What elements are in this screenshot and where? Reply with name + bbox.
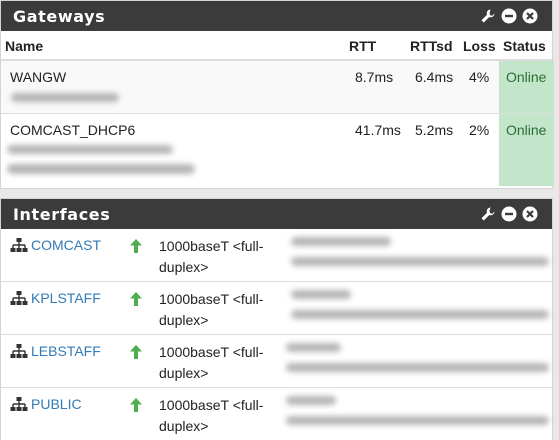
redacted-address [286, 363, 549, 372]
interfaces-title: Interfaces [13, 205, 111, 224]
minus-circle-icon[interactable] [501, 206, 517, 222]
sitemap-icon [10, 291, 28, 305]
arrow-up-icon [130, 398, 142, 412]
interface-name: KPLSTAFF [31, 290, 101, 306]
interface-link[interactable]: PUBLIC [10, 396, 82, 412]
interface-media: 1000baseT <full-duplex> [159, 344, 264, 381]
interface-row: PUBLIC 1000baseT <full-duplex> [1, 388, 554, 440]
gateways-header: Gateways [1, 1, 552, 31]
interface-row: COMCAST 1000baseT <full-duplex> [1, 229, 554, 282]
col-status: Status [503, 38, 546, 54]
sitemap-icon [10, 344, 28, 358]
arrow-up-icon [130, 239, 142, 253]
close-circle-icon[interactable] [522, 206, 538, 222]
interface-media: 1000baseT <full-duplex> [159, 397, 264, 434]
interfaces-widget: Interfaces COMCAST 1000baseT <full-duple… [0, 198, 554, 440]
interface-link[interactable]: LEBSTAFF [10, 343, 101, 359]
col-rtt: RTT [349, 38, 377, 54]
interfaces-header-icons [480, 206, 538, 222]
gateways-title: Gateways [13, 7, 106, 26]
gateway-rtt: 8.7ms [355, 69, 394, 85]
interface-name: PUBLIC [31, 396, 82, 412]
arrow-up-icon [130, 345, 142, 359]
sitemap-icon [10, 238, 28, 252]
gateways-header-icons [480, 8, 538, 24]
redacted-address [286, 396, 336, 405]
arrow-up-icon [130, 292, 142, 306]
interface-link[interactable]: COMCAST [10, 237, 101, 253]
col-name: Name [5, 38, 44, 54]
redacted-address [286, 416, 549, 425]
gateway-loss: 4% [469, 69, 490, 85]
gateway-rttsd: 6.4ms [415, 69, 454, 85]
close-circle-icon[interactable] [522, 8, 538, 24]
wrench-icon[interactable] [480, 8, 496, 24]
gateway-row: WANGW 8.7ms 6.4ms 4% Online [1, 61, 554, 114]
minus-circle-icon[interactable] [501, 8, 517, 24]
redacted-address [291, 237, 391, 246]
interface-media: 1000baseT <full-duplex> [159, 238, 264, 275]
redacted-address [291, 257, 549, 266]
sitemap-icon [10, 397, 28, 411]
gateways-table-header: Name RTT RTTsd Loss Status [1, 31, 552, 61]
redacted-address [7, 164, 195, 174]
wrench-icon[interactable] [480, 206, 496, 222]
gateways-widget: Gateways Name RTT RTTsd Loss Status WANG… [0, 0, 554, 189]
gateway-name: WANGW [10, 69, 67, 85]
interface-link[interactable]: KPLSTAFF [10, 290, 101, 306]
interface-name: LEBSTAFF [31, 343, 101, 359]
status-badge: Online [499, 114, 554, 186]
redacted-address [291, 290, 351, 299]
interface-row: KPLSTAFF 1000baseT <full-duplex> [1, 282, 554, 335]
gateway-loss: 2% [469, 122, 490, 138]
interface-row: LEBSTAFF 1000baseT <full-duplex> [1, 335, 554, 388]
gateway-rttsd: 5.2ms [415, 122, 454, 138]
col-loss: Loss [463, 38, 496, 54]
interface-name: COMCAST [31, 237, 101, 253]
interfaces-header: Interfaces [1, 199, 552, 229]
redacted-address [291, 310, 549, 319]
gateway-row: COMCAST_DHCP6 41.7ms 5.2ms 2% Online [1, 114, 554, 186]
interface-media: 1000baseT <full-duplex> [159, 291, 264, 328]
status-badge: Online [499, 61, 554, 113]
redacted-address [11, 93, 119, 102]
redacted-address [286, 343, 341, 352]
col-rttsd: RTTsd [410, 38, 453, 54]
gateway-rtt: 41.7ms [355, 122, 401, 138]
redacted-address [7, 145, 173, 154]
gateway-name: COMCAST_DHCP6 [10, 122, 136, 138]
